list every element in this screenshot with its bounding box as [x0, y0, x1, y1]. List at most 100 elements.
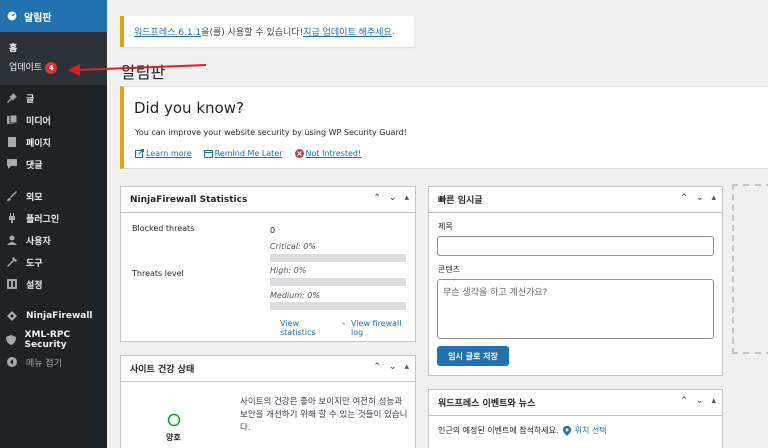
- link-separator: -: [342, 319, 345, 328]
- high-bar: [270, 278, 406, 286]
- page-icon: [4, 137, 20, 147]
- menu-plugins-label: 플러그인: [26, 214, 60, 225]
- move-down-icon[interactable]: ⌄: [389, 193, 397, 203]
- menu-pages[interactable]: 페이지: [0, 131, 107, 153]
- menu-appearance[interactable]: 외모: [0, 185, 107, 207]
- menu-xmlrpc-label: XML-RPC Security: [24, 330, 71, 350]
- menu-pages-label: 페이지: [26, 138, 51, 149]
- move-up-icon[interactable]: ⌃: [373, 193, 381, 203]
- toggle-panel-icon[interactable]: ▴: [711, 396, 716, 406]
- empty-widget-dropzone: [732, 184, 768, 354]
- not-interested-label: Not Intrested!: [305, 149, 362, 158]
- move-down-icon[interactable]: ⌄: [389, 362, 397, 372]
- menu-ninjafirewall[interactable]: NinjaFirewall: [0, 305, 107, 327]
- blocked-threats-label: Blocked threats: [132, 224, 195, 233]
- menu-posts[interactable]: 글: [0, 87, 107, 109]
- page-title: 알림판: [121, 63, 166, 82]
- notice-period: .: [391, 26, 395, 37]
- move-up-icon[interactable]: ⌃: [373, 362, 381, 372]
- pushpin-icon: [4, 93, 20, 103]
- menu-collapse[interactable]: 메뉴 접기: [0, 351, 107, 373]
- quick-draft-widget: 빠른 임시글 ⌃ ⌄ ▴ 제목 콘텐츠 무슨 생각을 하고 계신가요? 임시 글로 …: [428, 186, 723, 376]
- did-you-know-title: Did you know?: [134, 99, 244, 117]
- not-interested-link[interactable]: Not Intrested!: [294, 149, 362, 158]
- view-statistics-link[interactable]: View statistics: [280, 319, 336, 337]
- menu-dashboard[interactable]: 알림판: [0, 0, 107, 32]
- menu-media[interactable]: 미디어: [0, 109, 107, 131]
- widget-title: 워드프레스 이벤트와 뉴스: [438, 399, 536, 409]
- comment-icon: [4, 159, 20, 169]
- critical-bar: [270, 254, 406, 262]
- learn-more-label: Learn more: [146, 149, 192, 158]
- admin-sidebar: 알림판 홈 업데이트 4 글 미디어 페이지 댓글 외모 플러그인 사용자 도구 …: [0, 0, 107, 448]
- toggle-panel-icon[interactable]: ▴: [404, 362, 409, 372]
- menu-comments[interactable]: 댓글: [0, 153, 107, 175]
- notice-text: 을(를) 사용할 수 있습니다!: [201, 28, 304, 38]
- update-now-link[interactable]: 지금 업데이트 해주세요: [303, 25, 392, 38]
- ninjafirewall-stats-widget: NinjaFirewall Statistics ⌃ ⌄ ▴ Blocked thr…: [120, 186, 416, 342]
- learn-more-link[interactable]: Learn more: [135, 149, 192, 158]
- collapse-icon: [4, 357, 20, 367]
- paintbrush-icon: [4, 191, 20, 201]
- shield-icon: [4, 335, 19, 345]
- dismiss-icon: [294, 149, 304, 158]
- external-link-icon: [135, 149, 144, 158]
- settings-icon: [4, 279, 20, 289]
- draft-content-label: 콘텐츠: [438, 265, 461, 274]
- critical-label: Critical: 0%: [270, 242, 316, 251]
- menu-tools[interactable]: 도구: [0, 251, 107, 273]
- threats-level-label: Threats level: [132, 269, 184, 278]
- menu-plugins[interactable]: 플러그인: [0, 207, 107, 229]
- menu-tools-label: 도구: [26, 258, 43, 269]
- menu-ninjafirewall-label: NinjaFirewall: [26, 311, 93, 321]
- submenu-home[interactable]: 홈: [0, 38, 107, 57]
- medium-label: Medium: 0%: [270, 291, 320, 300]
- remind-later-link[interactable]: Remind Me Later: [203, 149, 283, 158]
- events-text: 인근의 예정된 이벤트에 참석하세요.: [438, 426, 559, 435]
- draft-title-label: 제목: [438, 222, 453, 231]
- toggle-panel-icon[interactable]: ▴: [404, 193, 409, 203]
- widget-title: 빠른 임시글: [438, 196, 483, 206]
- dashboard-submenu: 홈 업데이트 4: [0, 32, 107, 85]
- select-location-link[interactable]: 위치 선택: [575, 425, 607, 436]
- wp-version-link[interactable]: 워드프레스 6.1.1: [134, 25, 201, 38]
- menu-xmlrpc-security[interactable]: XML-RPC Security: [0, 329, 107, 351]
- update-notice: 워드프레스 6.1.1 을(를) 사용할 수 있습니다! 지금 업데이트 해주세요…: [120, 16, 414, 47]
- draft-content-textarea[interactable]: 무슨 생각을 하고 계신가요?: [437, 279, 714, 339]
- draft-title-input[interactable]: [437, 236, 714, 256]
- user-icon: [4, 235, 20, 245]
- menu-dashboard-label: 알림판: [24, 12, 52, 24]
- location-pin-icon: [562, 425, 571, 436]
- did-you-know-notice: Did you know? You can improve your websi…: [120, 86, 768, 169]
- dashboard-icon: [7, 11, 17, 21]
- view-firewall-log-link[interactable]: View firewall log: [351, 319, 415, 337]
- save-draft-button[interactable]: 임시 글로 저장: [437, 346, 509, 366]
- submenu-updates[interactable]: 업데이트 4: [0, 57, 107, 77]
- menu-settings-label: 설정: [26, 280, 43, 291]
- health-status-label: 양호: [166, 433, 181, 442]
- menu-collapse-label: 메뉴 접기: [26, 358, 62, 369]
- menu-posts-label: 글: [26, 94, 35, 105]
- menu-appearance-label: 외모: [26, 192, 43, 203]
- move-down-icon[interactable]: ⌄: [696, 193, 704, 203]
- medium-bar: [270, 302, 406, 310]
- blocked-threats-value: 0: [270, 226, 276, 235]
- menu-media-label: 미디어: [26, 116, 51, 127]
- menu-settings[interactable]: 설정: [0, 273, 107, 295]
- toggle-panel-icon[interactable]: ▴: [711, 193, 716, 203]
- widget-title: 사이트 건강 상태: [130, 365, 195, 375]
- widget-title: NinjaFirewall Statistics: [130, 194, 248, 205]
- menu-users[interactable]: 사용자: [0, 229, 107, 251]
- media-icon: [4, 115, 20, 125]
- move-down-icon[interactable]: ⌄: [696, 396, 704, 406]
- high-label: High: 0%: [270, 266, 307, 275]
- menu-users-label: 사용자: [26, 236, 51, 247]
- did-you-know-body: You can improve your website security by…: [135, 128, 407, 137]
- move-up-icon[interactable]: ⌃: [680, 396, 688, 406]
- menu-comments-label: 댓글: [26, 160, 43, 171]
- move-up-icon[interactable]: ⌃: [680, 193, 688, 203]
- wrench-icon: [4, 257, 20, 267]
- events-news-widget: 워드프레스 이벤트와 뉴스 ⌃ ⌄ ▴ 인근의 예정된 이벤트에 참석하세요. 위치…: [428, 389, 723, 448]
- ninja-icon: [4, 311, 20, 321]
- remind-later-label: Remind Me Later: [214, 149, 283, 158]
